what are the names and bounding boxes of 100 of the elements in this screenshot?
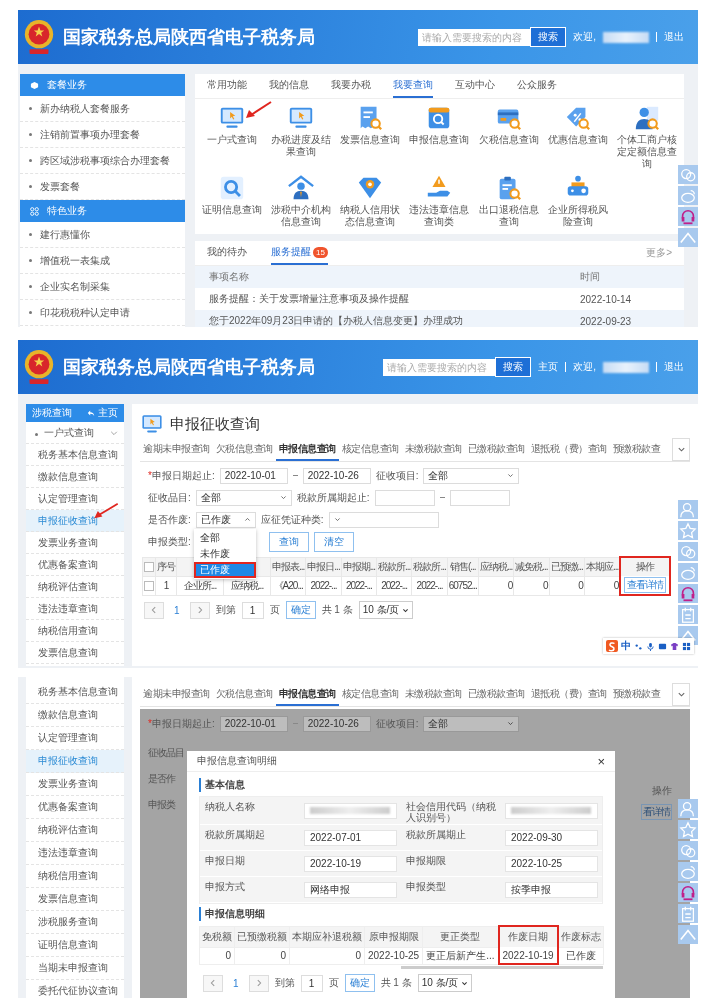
tab[interactable]: 未缴税款查询 (401, 438, 465, 461)
notice-link[interactable]: 您于2022年09月23日申请的【办税人信息变更】办理成功 (209, 314, 580, 327)
function-tile[interactable]: 涉税中介机构信息查询 (266, 174, 336, 228)
search-button[interactable]: 搜索 (530, 27, 567, 47)
sidebar-item[interactable]: 纳税评估查询 (26, 819, 124, 842)
confirm-button[interactable]: 确定 (285, 601, 316, 619)
tab[interactable]: 申报信息查询 (275, 683, 339, 706)
tab[interactable]: 申报信息查询 (275, 438, 339, 461)
tab[interactable]: 已缴税款查询 (464, 438, 528, 461)
function-tile[interactable]: 优惠信息查询 (543, 104, 613, 146)
tab[interactable]: 欠税信息查询 (212, 683, 276, 706)
function-tile[interactable]: 一户式查询 (197, 104, 267, 146)
page-number[interactable]: 1 (229, 977, 243, 989)
sidebar-item[interactable]: 印花税税种认定申请 (20, 300, 185, 326)
tree-group[interactable]: 一户式查询 (26, 422, 124, 444)
notepad-button[interactable] (678, 904, 698, 923)
function-tile[interactable]: 企业所得税风险查询 (543, 174, 613, 228)
tab[interactable]: 退抵税（费）查询 (527, 438, 610, 461)
headset-button[interactable] (678, 584, 698, 603)
sidebar-item[interactable]: 缴款信息查询 (26, 704, 124, 727)
weibo-button[interactable] (678, 563, 698, 582)
ime-mode[interactable]: 中 (621, 639, 631, 653)
date-field[interactable] (449, 489, 510, 506)
chat-button[interactable] (678, 841, 698, 860)
sidebar-item[interactable]: 税务基本信息查询 (26, 681, 124, 704)
tab[interactable]: 互动中心 (455, 74, 495, 98)
previous-page-button[interactable] (144, 601, 164, 619)
sidebar-item[interactable]: 发票信息查询 (26, 642, 124, 664)
tab[interactable]: 预缴税款查 (609, 438, 663, 461)
function-tile[interactable]: 申报信息查询 (404, 104, 475, 146)
punctuation-icon[interactable] (634, 641, 643, 651)
function-tile[interactable]: 个体工商户核定定额信息查询 (612, 104, 682, 170)
previous-page-button[interactable] (203, 974, 223, 992)
more-tabs-button[interactable] (672, 683, 690, 706)
sidebar-item[interactable]: 税务基本信息查询 (26, 444, 124, 466)
weibo-button[interactable] (678, 186, 698, 205)
sidebar-item[interactable]: 发票信息查询 (26, 888, 124, 911)
dropdown-option[interactable]: 已作废 (193, 561, 256, 578)
sidebar-item[interactable]: 委托代征协议查询 (26, 980, 124, 998)
sidebar-item[interactable]: 纳税信用查询 (26, 865, 124, 888)
function-tile[interactable]: 出口退税信息查询 (474, 174, 544, 228)
page-number[interactable]: 1 (170, 604, 184, 616)
function-tile[interactable]: 发票信息查询 (335, 104, 405, 146)
sidebar-item[interactable]: 违法违章查询 (26, 842, 124, 865)
shirt-icon[interactable] (670, 641, 679, 651)
sidebar-item[interactable]: 跨区域涉税事项综合办理套餐 (20, 148, 185, 174)
headset-button[interactable] (678, 207, 698, 226)
function-tile[interactable]: 证明信息查询 (197, 174, 267, 216)
date-field[interactable]: 2022-10-01 (219, 467, 288, 484)
clear-button[interactable]: 清空 (313, 531, 354, 552)
tab[interactable]: 核定信息查询 (338, 438, 402, 461)
keyboard-icon[interactable] (658, 641, 667, 651)
sidebar-item[interactable]: 注销前置事项办理套餐 (20, 122, 185, 148)
select-field[interactable]: 全部 (423, 467, 520, 484)
next-page-button[interactable] (248, 974, 269, 992)
select-field[interactable] (328, 511, 439, 528)
star-button[interactable] (678, 521, 698, 540)
date-field[interactable]: 2022-10-26 (302, 467, 371, 484)
sidebar-item[interactable]: 优惠备案查询 (26, 796, 124, 819)
sidebar-item[interactable]: 企业实名制采集 (20, 274, 185, 300)
chat-button[interactable] (678, 165, 698, 184)
grid-icon[interactable] (682, 641, 691, 651)
tab[interactable]: 核定信息查询 (338, 683, 402, 706)
headset-button[interactable] (678, 883, 698, 902)
sidebar-item[interactable]: 建行惠懂你 (20, 222, 185, 248)
sidebar-item[interactable]: 缴款信息查询 (26, 466, 124, 488)
dropdown-option[interactable]: 全部 (193, 529, 256, 546)
sidebar-item[interactable]: 发票业务查询 (26, 532, 124, 554)
dropdown-option[interactable]: 未作废 (193, 545, 256, 562)
microphone-icon[interactable] (646, 641, 655, 651)
select-field[interactable]: 已作废 (195, 511, 256, 528)
select-field[interactable]: 全部 (195, 489, 292, 506)
chat-button[interactable] (678, 542, 698, 561)
sidebar-item[interactable]: 发票业务查询 (26, 773, 124, 796)
function-tile[interactable]: 欠税信息查询 (474, 104, 544, 146)
next-page-button[interactable] (189, 601, 210, 619)
sidebar-item[interactable]: 违法违章查询 (26, 598, 124, 620)
tab[interactable]: 公众服务 (517, 74, 557, 98)
function-tile[interactable]: 违法违章信息查询类 (404, 174, 475, 228)
date-field[interactable] (374, 489, 435, 506)
sidebar-item[interactable]: 纳税信用查询 (26, 620, 124, 642)
tab[interactable]: 未缴税款查询 (401, 683, 465, 706)
tab[interactable]: 已缴税款查询 (464, 683, 528, 706)
search-button[interactable]: 搜索 (495, 357, 532, 377)
ime-logo[interactable] (606, 640, 618, 652)
user-button[interactable] (678, 500, 698, 519)
more-tabs-button[interactable] (672, 438, 690, 461)
confirm-button[interactable]: 确定 (344, 974, 375, 992)
tab[interactable]: 我的信息 (269, 74, 309, 98)
scrollbar[interactable] (401, 966, 603, 969)
page-input[interactable]: 1 (300, 974, 323, 992)
page-size-select[interactable]: 10 条/页 (417, 974, 473, 992)
tab[interactable]: 预缴税款查 (609, 683, 663, 706)
weibo-button[interactable] (678, 862, 698, 881)
sidebar-item[interactable]: 当期未申报查询 (26, 957, 124, 980)
star-button[interactable] (678, 820, 698, 839)
sidebar-item[interactable]: 增值税一表集成 (20, 248, 185, 274)
sidebar-item[interactable]: 证明信息查询 (26, 934, 124, 957)
user-button[interactable] (678, 799, 698, 818)
tab[interactable]: 我的待办 (207, 241, 247, 265)
